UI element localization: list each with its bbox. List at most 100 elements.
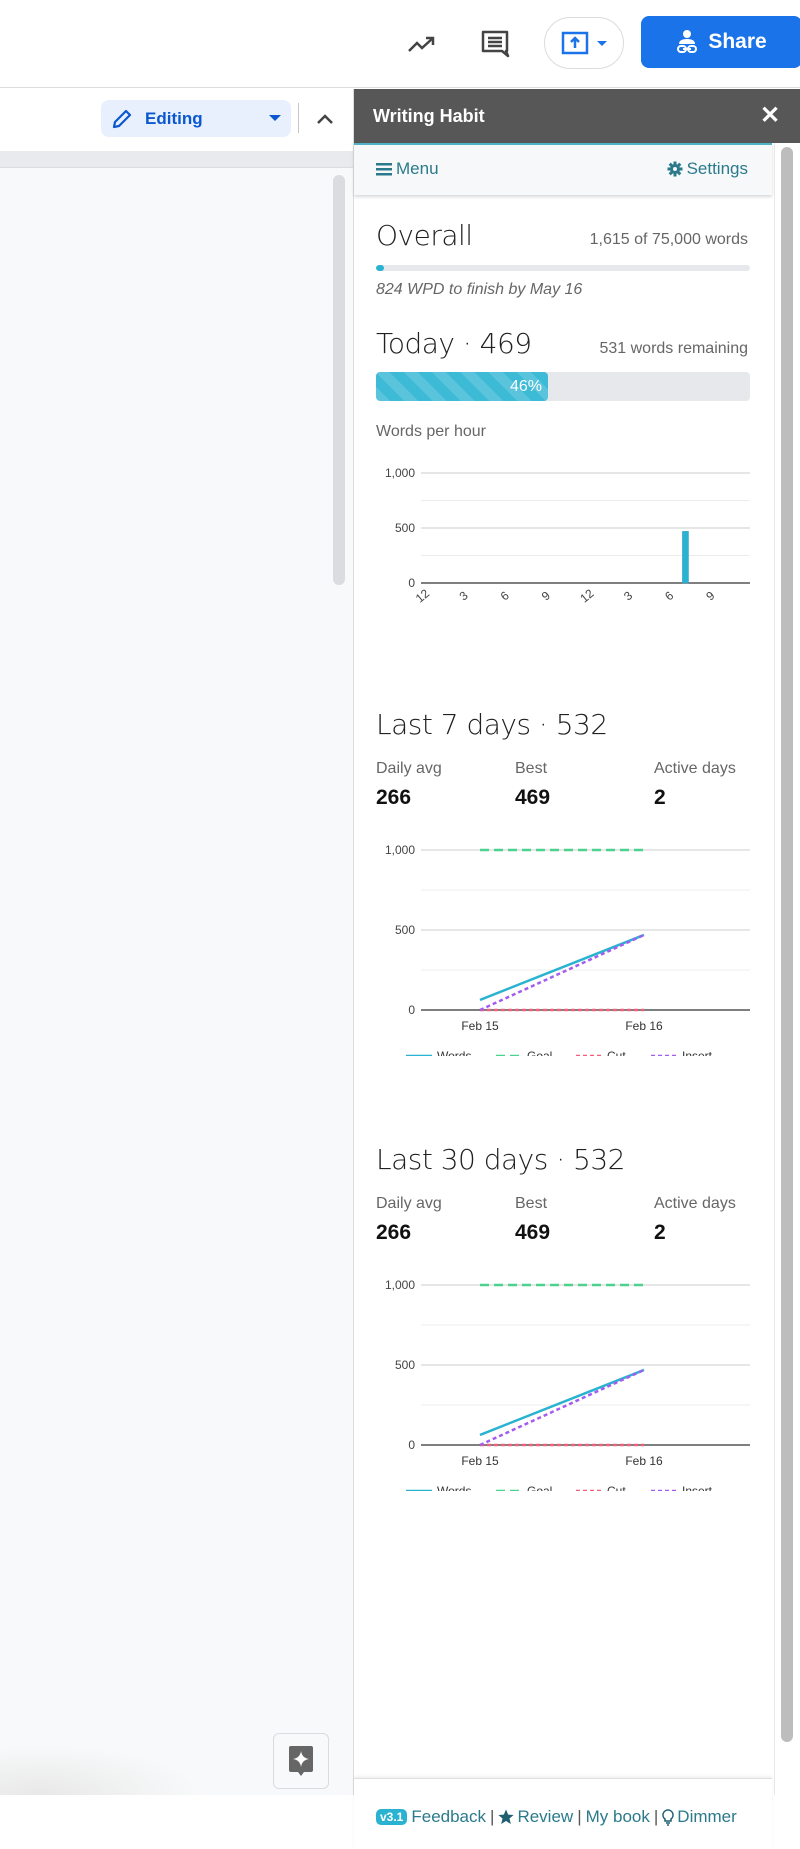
series-line-words (479, 1368, 645, 1437)
y-tick-label: 1,000 (385, 1278, 415, 1292)
y-tick-label: 1,000 (385, 843, 415, 857)
person-link-icon (677, 30, 698, 53)
footer-separator: | (490, 1807, 495, 1826)
last30-active-days-label: Active days (654, 1195, 736, 1212)
document-canvas[interactable] (0, 168, 353, 1795)
share-label: Share (708, 30, 767, 53)
document-shadow (0, 1745, 200, 1795)
legend-label-cut: Cut (607, 1049, 626, 1056)
legend-label-words: Words (437, 1484, 471, 1491)
activity-dashboard-button[interactable] (402, 24, 442, 64)
legend-label-insert: Insert (682, 1484, 713, 1491)
legend-label-goal: Goal (527, 1049, 552, 1056)
menu-label: Menu (396, 159, 439, 178)
version-badge: v3.1 (376, 1809, 408, 1825)
last7-best-label: Best (515, 760, 548, 777)
toolbar-divider (298, 103, 299, 133)
present-dropdown-caret-icon[interactable] (597, 40, 607, 46)
panel-content: Menu Settings Overall 1,615 of 75,000 wo… (354, 143, 772, 1849)
x-tick-label: 9 (539, 588, 553, 603)
today-progress-fill: 46% (376, 372, 549, 401)
footer-separator: | (653, 1807, 659, 1826)
series-line-words (479, 933, 645, 1002)
editing-mode-label: Editing (145, 108, 203, 128)
review-label: Review (517, 1807, 574, 1826)
today-progress-bar: 46% (376, 372, 750, 401)
y-tick-label: 500 (395, 1358, 415, 1372)
last30-title: Last 30 days · 532 (376, 1143, 626, 1176)
review-link[interactable]: Review (498, 1807, 573, 1827)
footer-separator: | (577, 1807, 582, 1826)
feedback-link[interactable]: Feedback (411, 1807, 486, 1827)
overall-summary: 1,615 of 75,000 words (589, 231, 748, 248)
x-tick-label: Feb 15 (461, 1019, 499, 1033)
sparkle-chat-icon (289, 1746, 313, 1776)
collapse-toolbar-button[interactable] (310, 100, 340, 137)
words-per-hour-label: Words per hour (376, 423, 486, 440)
present-button[interactable] (544, 17, 624, 69)
gemini-assist-button[interactable] (273, 1733, 329, 1789)
panel-scrollbar-thumb[interactable] (781, 147, 793, 1742)
last30-daily-avg-label: Daily avg (376, 1195, 442, 1212)
legend-label-goal: Goal (527, 1484, 552, 1491)
x-tick-label: Feb 15 (461, 1454, 499, 1468)
settings-label: Settings (686, 159, 748, 178)
present-upload-icon (561, 31, 589, 55)
last7-active-days-label: Active days (654, 760, 736, 777)
overall-progress-bar (376, 265, 750, 271)
star-icon (498, 1809, 515, 1824)
settings-button[interactable]: Settings (667, 159, 748, 179)
hourly-bar (682, 531, 689, 584)
x-tick-label: 9 (703, 588, 717, 603)
trending-up-icon (408, 36, 435, 52)
y-tick-label: 1,000 (385, 466, 415, 480)
last30-chart: 0 500 1,000 Feb 15 Feb 16 Words Goal Cut Insert (385, 1278, 750, 1491)
menu-button[interactable]: Menu (376, 159, 439, 179)
series-line-insert (479, 1368, 645, 1447)
chevron-down-icon (269, 115, 281, 121)
legend-label-cut: Cut (607, 1484, 626, 1491)
close-icon[interactable]: ✕ (758, 104, 782, 128)
last30-best-label: Best (515, 1195, 548, 1212)
words-per-hour-chart: 0 500 1,000 12 3 6 9 12 3 6 9 (385, 466, 750, 606)
last7-daily-avg-label: Daily avg (376, 760, 442, 777)
today-remaining: 531 words remaining (599, 340, 748, 357)
comments-button[interactable] (475, 24, 515, 64)
my-book-link[interactable]: My book (586, 1807, 650, 1827)
dimmer-link[interactable]: Dimmer (662, 1807, 737, 1827)
y-tick-label: 0 (408, 1003, 415, 1017)
last30-daily-avg-value: 266 (376, 1221, 412, 1244)
last30-best-value: 469 (515, 1221, 551, 1244)
editing-mode-dropdown[interactable]: Editing (101, 100, 291, 137)
x-tick-label: 6 (498, 588, 512, 603)
legend-label-words: Words (437, 1049, 471, 1056)
x-tick-label: Feb 16 (625, 1454, 663, 1468)
chevron-up-icon (317, 113, 333, 124)
x-tick-label: 12 (413, 586, 432, 606)
last30-active-days-value: 2 (654, 1221, 666, 1244)
share-button[interactable]: Share (641, 16, 800, 68)
docs-top-bar: Share (0, 0, 800, 88)
comment-icon (481, 30, 510, 58)
lightbulb-icon (662, 1808, 674, 1826)
y-tick-label: 0 (408, 1438, 415, 1452)
dimmer-label: Dimmer (677, 1807, 737, 1826)
panel-footer: v3.1 Feedback | Review | My book | Dimme… (354, 1778, 772, 1849)
ruler-strip (0, 151, 353, 168)
x-tick-label: 12 (577, 586, 596, 606)
y-tick-label: 0 (408, 576, 415, 590)
pencil-icon (112, 109, 132, 128)
last7-daily-avg-value: 266 (376, 786, 412, 809)
y-tick-label: 500 (395, 923, 415, 937)
today-progress-label: 46% (510, 377, 543, 395)
last7-active-days-value: 2 (654, 786, 666, 809)
x-tick-label: 3 (621, 588, 635, 603)
docs-toolbar: Editing (0, 89, 353, 151)
x-tick-label: 6 (662, 588, 676, 603)
writing-habit-panel: Writing Habit ✕ Menu Settings Overall 1,… (353, 89, 800, 1849)
document-scrollbar[interactable] (333, 175, 345, 585)
overall-progress-fill (376, 265, 385, 271)
gear-icon (667, 161, 683, 177)
panel-title: Writing Habit (373, 105, 485, 126)
panel-menubar: Menu Settings (354, 143, 772, 195)
